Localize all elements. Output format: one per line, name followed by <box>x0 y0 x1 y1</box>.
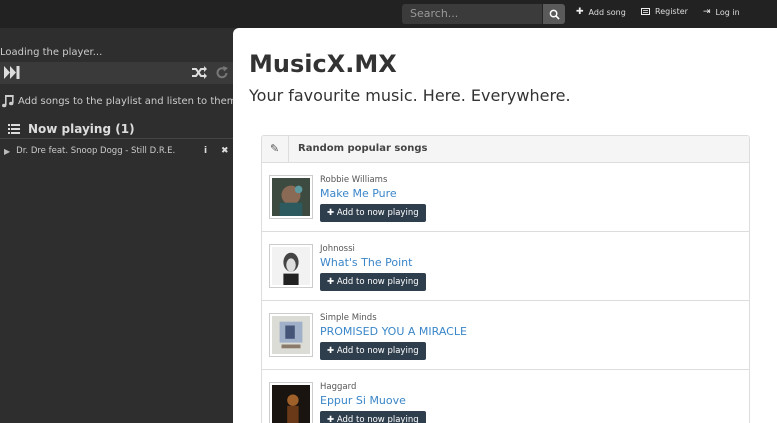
playlist-hint-text: Add songs to the playlist and listen to … <box>18 96 237 107</box>
panel-title: Random popular songs <box>298 143 428 154</box>
top-navbar: Search... ✚ Add song Register ⇥ Log in <box>0 0 777 28</box>
plus-icon: ✚ <box>576 7 584 17</box>
divider <box>0 138 233 139</box>
song-row: Johnossi What's The Point ✚ Add to now p… <box>262 232 749 301</box>
song-artist: Haggard <box>320 382 357 392</box>
shuffle-icon[interactable] <box>192 66 207 79</box>
list-icon <box>8 124 20 134</box>
song-title-link[interactable]: Eppur Si Muove <box>320 394 406 407</box>
album-thumbnail[interactable] <box>269 382 313 423</box>
add-to-now-playing-button[interactable]: ✚ Add to now playing <box>320 342 426 360</box>
playlist-hint: Add songs to the playlist and listen to … <box>2 95 237 108</box>
login-link[interactable]: ⇥ Log in <box>703 7 740 17</box>
album-art-image <box>272 178 310 216</box>
info-icon[interactable]: i <box>204 146 207 156</box>
song-row: Haggard Eppur Si Muove ✚ Add to now play… <box>262 370 749 423</box>
register-label: Register <box>655 7 688 16</box>
music-note-icon <box>2 95 14 108</box>
add-button-label: Add to now playing <box>336 346 419 356</box>
add-song-link[interactable]: ✚ Add song <box>576 7 626 17</box>
song-title-link[interactable]: Make Me Pure <box>320 187 397 200</box>
site-title: MusicX.MX <box>249 50 397 78</box>
next-track-icon[interactable] <box>4 66 20 79</box>
song-row: Simple Minds PROMISED YOU A MIRACLE ✚ Ad… <box>262 301 749 370</box>
playlist-item-title[interactable]: Dr. Dre feat. Snoop Dogg - Still D.R.E. <box>16 146 175 156</box>
add-to-now-playing-button[interactable]: ✚ Add to now playing <box>320 204 426 222</box>
remove-icon[interactable]: ✖ <box>221 146 229 156</box>
add-to-now-playing-button[interactable]: ✚ Add to now playing <box>320 273 426 291</box>
song-artist: Robbie Williams <box>320 175 388 185</box>
song-artist: Simple Minds <box>320 313 377 323</box>
divider <box>288 136 289 163</box>
add-button-label: Add to now playing <box>336 277 419 287</box>
player-loading-text: Loading the player... <box>0 47 103 58</box>
song-row: Robbie Williams Make Me Pure ✚ Add to no… <box>262 163 749 232</box>
register-link[interactable]: Register <box>641 7 688 16</box>
search-icon <box>549 9 560 20</box>
player-controls <box>0 62 233 84</box>
song-title-link[interactable]: PROMISED YOU A MIRACLE <box>320 325 467 338</box>
album-thumbnail[interactable] <box>269 313 313 357</box>
login-icon: ⇥ <box>703 7 711 17</box>
now-playing-label: Now playing (1) <box>28 122 135 136</box>
now-playing-header: Now playing (1) <box>8 122 135 136</box>
song-title-link[interactable]: What's The Point <box>320 256 412 269</box>
main-content: MusicX.MX Your favourite music. Here. Ev… <box>233 28 777 423</box>
login-label: Log in <box>715 7 740 17</box>
add-button-label: Add to now playing <box>336 415 419 423</box>
album-art-image <box>272 247 310 285</box>
tagline: Your favourite music. Here. Everywhere. <box>249 86 571 105</box>
panel-header: ✎ Random popular songs <box>262 136 749 163</box>
playlist-item[interactable]: ▶ Dr. Dre feat. Snoop Dogg - Still D.R.E… <box>4 146 233 156</box>
add-button-label: Add to now playing <box>336 208 419 218</box>
album-art-image <box>272 385 310 423</box>
player-sidebar <box>0 28 233 423</box>
album-thumbnail[interactable] <box>269 175 313 219</box>
repeat-icon[interactable] <box>215 66 229 80</box>
popular-songs-panel: ✎ Random popular songs Robbie Williams M… <box>261 135 750 423</box>
add-to-now-playing-button[interactable]: ✚ Add to now playing <box>320 411 426 423</box>
add-song-label: Add song <box>588 7 626 17</box>
album-art-image <box>272 316 310 354</box>
search-button[interactable] <box>543 4 565 24</box>
search-input[interactable]: Search... <box>402 4 542 24</box>
register-icon <box>641 8 650 15</box>
album-thumbnail[interactable] <box>269 244 313 288</box>
magic-wand-icon: ✎ <box>270 142 280 155</box>
song-artist: Johnossi <box>320 244 355 254</box>
play-icon[interactable]: ▶ <box>4 147 10 156</box>
